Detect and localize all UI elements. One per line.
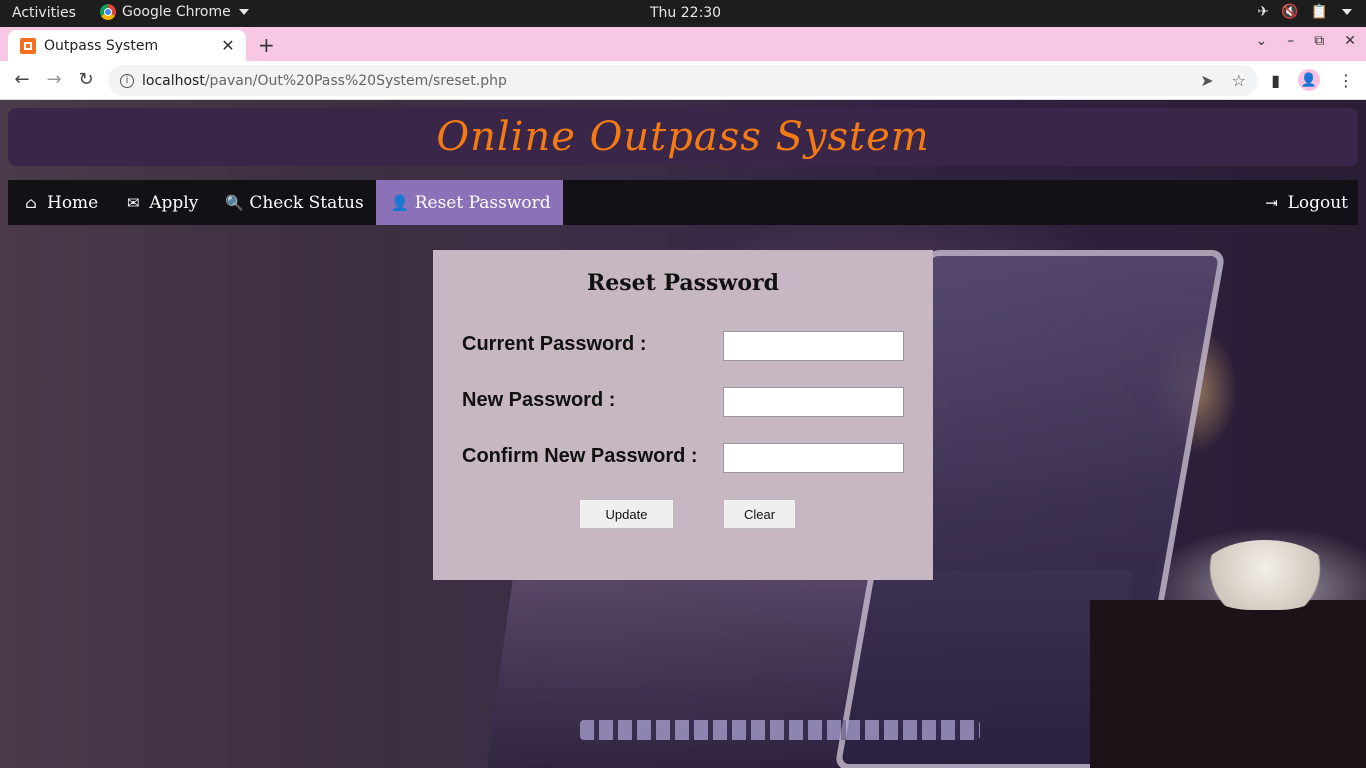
new-tab-icon[interactable]: + xyxy=(258,33,275,57)
home-icon: ⌂ xyxy=(25,193,37,212)
nav-check-status-label: Check Status xyxy=(249,192,364,213)
nav-reset-password-label: Reset Password xyxy=(414,192,551,213)
chevron-down-icon xyxy=(238,9,249,15)
chrome-icon xyxy=(100,4,116,20)
url-text[interactable]: localhost/pavan/Out%20Pass%20System/sres… xyxy=(142,73,507,89)
tab-title: Outpass System xyxy=(44,37,159,54)
app-menu-label: Google Chrome xyxy=(122,4,231,20)
system-top-bar: Activities Google Chrome Thu 22:30 ✈ 🔇 📋 xyxy=(0,0,1366,27)
site-header: Online Outpass System xyxy=(8,108,1358,166)
activities-button[interactable]: Activities xyxy=(12,5,76,21)
search-icon: 🔍 xyxy=(225,193,245,212)
nav-home-label: Home xyxy=(47,192,99,213)
xampp-favicon-icon xyxy=(20,37,36,54)
profile-avatar-icon[interactable]: 👤 xyxy=(1298,69,1320,91)
airplane-icon: ✈ xyxy=(1257,4,1270,20)
web-page: Online Outpass System ⌂ Home ✉ Apply 🔍 C… xyxy=(0,100,1366,768)
side-panel-icon[interactable]: ▮ xyxy=(1271,71,1280,90)
current-password-input[interactable] xyxy=(723,331,904,361)
close-window-icon[interactable]: ✕ xyxy=(1344,33,1356,49)
sign-in-icon: ⇥ xyxy=(1265,193,1278,212)
bookmark-star-icon[interactable]: ☆ xyxy=(1232,71,1246,90)
app-menu[interactable]: Google Chrome xyxy=(100,4,249,20)
send-icon[interactable]: ➤ xyxy=(1200,71,1213,90)
site-info-icon[interactable]: i xyxy=(120,73,134,88)
volume-muted-icon: 🔇 xyxy=(1281,4,1299,20)
main-nav: ⌂ Home ✉ Apply 🔍 Check Status 👤 Reset Pa… xyxy=(8,180,1358,225)
browser-toolbar: ← → ↻ i localhost/pavan/Out%20Pass%20Sys… xyxy=(0,61,1366,100)
power-menu-icon xyxy=(1342,9,1352,15)
url-path: /pavan/Out%20Pass%20System/sreset.php xyxy=(204,72,507,89)
url-host: localhost xyxy=(142,72,205,89)
nav-logout-label: Logout xyxy=(1287,192,1348,213)
form-title: Reset Password xyxy=(586,270,780,296)
reload-icon[interactable]: ↻ xyxy=(75,69,97,90)
tab-strip: Outpass System ✕ + ⌄ – ⧉ ✕ xyxy=(0,27,1366,61)
clear-button[interactable]: Clear xyxy=(723,499,796,529)
nav-logout[interactable]: ⇥ Logout xyxy=(1249,180,1358,225)
clipboard-icon: 📋 xyxy=(1310,4,1328,20)
restore-icon[interactable]: ⧉ xyxy=(1314,33,1324,49)
reset-password-form: Reset Password Current Password : New Pa… xyxy=(433,250,933,580)
address-bar[interactable]: i localhost/pavan/Out%20Pass%20System/sr… xyxy=(108,65,1258,96)
more-menu-icon[interactable]: ⋮ xyxy=(1338,71,1354,90)
clock[interactable]: Thu 22:30 xyxy=(650,5,721,21)
envelope-icon: ✉ xyxy=(126,193,140,212)
nav-apply[interactable]: ✉ Apply xyxy=(110,180,210,225)
browser-tab[interactable]: Outpass System ✕ xyxy=(8,30,246,61)
nav-check-status[interactable]: 🔍 Check Status xyxy=(210,180,375,225)
update-button[interactable]: Update xyxy=(579,499,674,529)
minimize-icon[interactable]: – xyxy=(1287,33,1294,49)
tab-search-icon[interactable]: ⌄ xyxy=(1256,33,1268,49)
new-password-label: New Password : xyxy=(462,389,616,411)
user-icon: 👤 xyxy=(390,193,410,212)
nav-reset-password[interactable]: 👤 Reset Password xyxy=(375,180,563,225)
window-controls: ⌄ – ⧉ ✕ xyxy=(1256,33,1356,49)
background-dock xyxy=(580,720,980,740)
new-password-input[interactable] xyxy=(723,387,904,417)
close-tab-icon[interactable]: ✕ xyxy=(218,36,238,55)
background-pot xyxy=(1090,600,1366,768)
forward-icon[interactable]: → xyxy=(43,69,65,90)
back-icon[interactable]: ← xyxy=(11,69,33,90)
confirm-password-label: Confirm New Password : xyxy=(462,445,698,467)
background-plant xyxy=(1200,540,1330,610)
nav-home[interactable]: ⌂ Home xyxy=(8,180,110,225)
current-password-label: Current Password : xyxy=(462,333,647,355)
site-title: Online Outpass System xyxy=(436,114,930,160)
nav-apply-label: Apply xyxy=(149,192,199,213)
confirm-password-input[interactable] xyxy=(723,443,904,473)
system-tray[interactable]: ✈ 🔇 📋 xyxy=(1257,4,1352,20)
